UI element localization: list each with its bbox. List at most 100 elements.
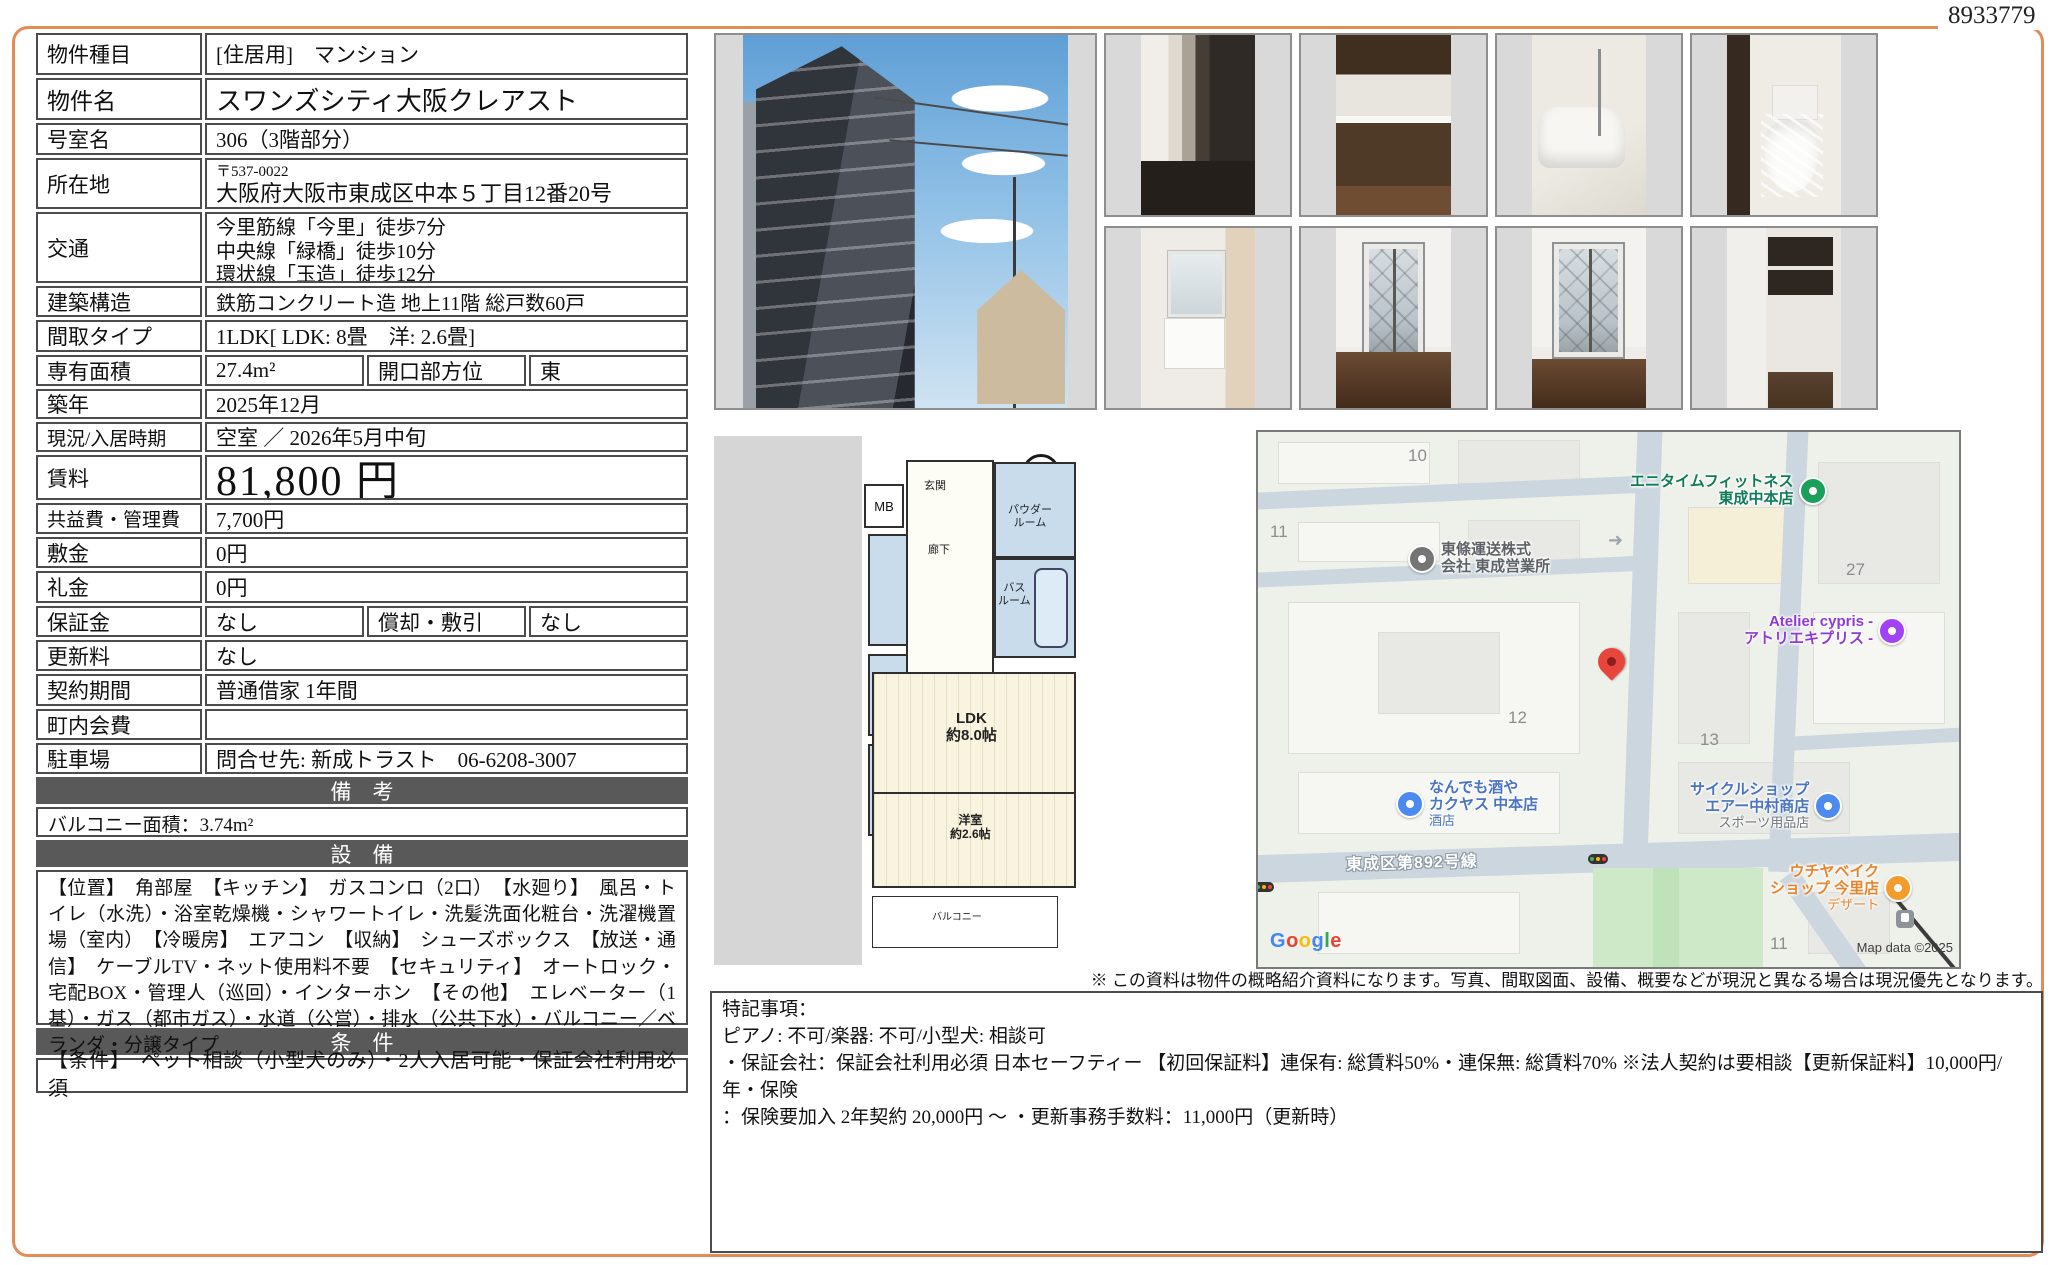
hallway-label: 廊下: [928, 544, 950, 557]
row-label: 物件種目: [36, 33, 202, 75]
document-number: 8933779: [1938, 2, 2046, 30]
photo-bathroom: [1495, 33, 1683, 217]
floor-plan: ▶ N MB 玄関 廊下 パウダー ルーム バス ルーム LDK 約8.0帖 洋…: [714, 436, 1084, 965]
wood-floor: [1336, 352, 1450, 408]
row-label: 駐車場: [36, 743, 202, 774]
poi-kakuyasu: なんでも酒や カクヤス 中本店 酒店: [1396, 780, 1538, 828]
bath-line2: ルーム: [998, 595, 1031, 607]
row-value: 1LDK[ LDK: 8畳 洋: 2.6畳]: [205, 320, 688, 352]
photo-living-room: [1299, 226, 1487, 410]
bathtub-symbol: [1034, 568, 1068, 648]
floorplan-drawing: ▶ N MB 玄関 廊下 パウダー ルーム バス ルーム LDK 約8.0帖 洋…: [862, 442, 1080, 958]
traffic-light-icon: [1588, 854, 1608, 864]
photo-kitchen: [1299, 33, 1487, 217]
row-value: [住居用] マンション: [205, 33, 688, 75]
row-label: 建築構造: [36, 286, 202, 317]
toilet-area: [868, 534, 908, 646]
closet-shelf: [1768, 266, 1833, 270]
cloud: [932, 80, 1069, 117]
vanity-cabinet: [1164, 318, 1225, 369]
row-subvalue: 東: [529, 355, 688, 386]
map-building: [1318, 892, 1520, 954]
poi-name: 東條運送株式: [1441, 542, 1550, 559]
disclaimer-note: ※ この資料は物件の概略紹介資料になります。写真、間取図面、設備、概要などが現況…: [710, 966, 2043, 991]
table-row: 間取タイプ 1LDK[ LDK: 8畳 洋: 2.6畳]: [36, 320, 688, 352]
poi-name: なんでも酒や: [1429, 780, 1538, 797]
property-table: 物件種目 [住居用] マンション 物件名 スワンズシティ大阪クレアスト 号室名 …: [36, 33, 688, 1096]
road-name-label: 東成区第892号線: [1346, 847, 1478, 874]
row-value: 2025年12月: [205, 389, 688, 419]
ldk-line2: 約8.0帖: [946, 727, 997, 744]
row-value: 306（3階部分）: [205, 123, 688, 155]
row-label: 賃料: [36, 455, 202, 500]
address-cell: 〒537-0022 大阪府大阪市東成区中本５丁目12番20号: [205, 158, 688, 209]
poi-atelier-cypris: Atelier cypris - アトリエキプリス -: [1744, 614, 1906, 648]
google-map: ➜ 10 11 27 12 13 11 エニタイムフィットネス 東成中本店 東條…: [1256, 430, 1961, 969]
row-sublabel: 開口部方位: [367, 355, 526, 386]
table-row: 号室名 306（3階部分）: [36, 123, 688, 155]
entrance-label: 玄関: [924, 480, 946, 493]
postal-code: 〒537-0022: [216, 164, 677, 181]
special-notes-box: 特記事項： ピアノ: 不可/楽器: 不可/小型犬: 相談可 ・保証会社：保証会社…: [710, 991, 2043, 1253]
equipment-header: 設 備: [36, 840, 688, 867]
row-label: 敷金: [36, 537, 202, 568]
floorplan-letterbox: [714, 436, 862, 965]
transport-line: 今里筋線「今里」徒歩7分: [216, 217, 677, 241]
row-value: なし: [205, 606, 364, 637]
photo-washbasin: [1104, 226, 1292, 410]
logo-letter: o: [1286, 930, 1299, 952]
bedroom-image: [1532, 228, 1646, 408]
poi-name: サイクルショップ: [1690, 782, 1809, 799]
table-row: 物件名 スワンズシティ大阪クレアスト: [36, 78, 688, 120]
transport-line: 中央線「緑橋」徒歩10分: [216, 241, 677, 265]
row-label: 更新料: [36, 640, 202, 671]
liquor-store-icon: [1396, 790, 1424, 818]
balcony-window: [1554, 244, 1623, 357]
photo-closet: [1690, 226, 1878, 410]
row-value: なし: [205, 640, 688, 671]
powder-line1: パウダー: [1008, 504, 1052, 516]
park-path: [1653, 868, 1679, 967]
row-label: 所在地: [36, 158, 202, 209]
poi-name: ウチヤベイク: [1770, 864, 1879, 881]
row-label: 間取タイプ: [36, 320, 202, 352]
logo-letter: G: [1270, 930, 1286, 952]
equipment-body: 【位置】 角部屋 【キッチン】 ガスコンロ（2口） 【水廻り】 風呂・トイレ（水…: [36, 870, 688, 1025]
western-room-label: 洋室 約2.6帖: [950, 814, 991, 842]
row-value: 普通借家 1年間: [205, 674, 688, 706]
parking-contact: 問合せ先: 新成トラスト 06-6208-3007: [205, 743, 688, 774]
hallway-image: [1141, 35, 1255, 215]
poi-cycle-shop: サイクルショップ エアー中村商店 スポーツ用品店: [1690, 782, 1842, 830]
row-value: 鉄筋コンクリート造 地上11階 総戸数60戸: [205, 286, 688, 317]
washbasin-image: [1141, 228, 1255, 408]
photo-toilet: [1690, 33, 1878, 217]
poi-name: エアー中村商店: [1690, 799, 1809, 816]
poi-uchiya-bake: ウチヤベイク ショップ 今里店 デザート: [1770, 864, 1912, 912]
row-label: 保証金: [36, 606, 202, 637]
company-pin-icon: [1408, 545, 1436, 573]
table-row: 交通 今里筋線「今里」徒歩7分 中央線「緑橋」徒歩10分 環状線「玉造」徒歩12…: [36, 212, 688, 283]
poi-category: 酒店: [1429, 814, 1538, 829]
property-name: スワンズシティ大阪クレアスト: [205, 78, 688, 120]
transport-cell: 今里筋線「今里」徒歩7分 中央線「緑橋」徒歩10分 環状線「玉造」徒歩12分: [205, 212, 688, 283]
vanity-mirror: [1168, 251, 1224, 316]
table-row: 駐車場 問合せ先: 新成トラスト 06-6208-3007: [36, 743, 688, 774]
row-value: [205, 709, 688, 740]
western-line1: 洋室: [958, 813, 982, 827]
notes-line: ピアノ: 不可/楽器: 不可/小型犬: 相談可: [722, 1024, 2031, 1051]
row-value: 27.4m²: [205, 355, 364, 386]
table-row: 所在地 〒537-0022 大阪府大阪市東成区中本５丁目12番20号: [36, 158, 688, 209]
balcony-window: [1364, 244, 1423, 357]
table-row: 町内会費: [36, 709, 688, 740]
kitchen-image: [1336, 35, 1450, 215]
western-line2: 約2.6帖: [950, 827, 991, 841]
row-label: 交通: [36, 212, 202, 283]
row-label: 物件名: [36, 78, 202, 120]
table-row: 敷金 0円: [36, 537, 688, 568]
table-row: 現況/入居時期 空室 ／ 2026年5月中旬: [36, 422, 688, 452]
notes-line: ・保証会社：保証会社利用必須 日本セーフティー 【初回保証料】連保有: 総賃料5…: [722, 1051, 2031, 1105]
row-label: 町内会費: [36, 709, 202, 740]
remarks-body: バルコニー面積：3.74m²: [36, 807, 688, 837]
plastic-wrap: [1761, 114, 1823, 197]
poi-name: 東成中本店: [1630, 491, 1794, 508]
